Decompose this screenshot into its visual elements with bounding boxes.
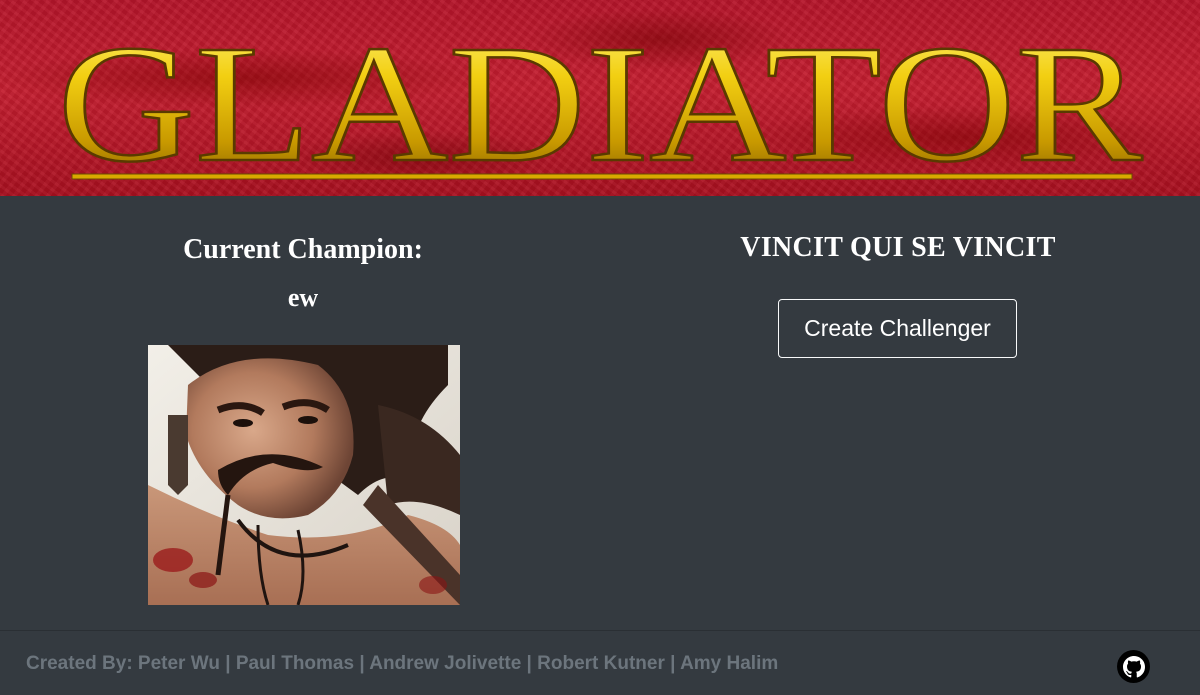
footer: Created By: Peter Wu | Paul Thomas | And… <box>0 630 1200 695</box>
separator: | <box>521 653 538 674</box>
separator: | <box>354 653 370 674</box>
author-name: Paul Thomas <box>235 653 355 674</box>
author-name: Peter Wu <box>137 653 220 674</box>
separator: | <box>219 653 236 674</box>
champion-portrait <box>148 345 460 605</box>
create-challenger-button[interactable]: Create Challenger <box>778 299 1017 358</box>
motto-heading: VINCIT QUI SE VINCIT <box>740 232 1056 263</box>
gladiator-portrait-icon <box>148 345 460 605</box>
header-banner: GLADIATOR <box>0 0 1200 196</box>
logo-text: GLADIATOR <box>58 11 1143 196</box>
author-name: Andrew Jolivette <box>369 653 522 674</box>
credits-text: Created By: Peter Wu | Paul Thomas | And… <box>26 653 778 675</box>
author-name: Amy Halim <box>680 653 779 674</box>
separator: | <box>664 653 681 674</box>
github-octocat-icon <box>1122 655 1145 677</box>
champion-label: Current Champion: <box>183 234 423 265</box>
champion-name: ew <box>287 283 319 312</box>
gladiator-logo: GLADIATOR <box>56 10 1144 196</box>
author-name: Robert Kutner <box>537 653 665 674</box>
github-icon[interactable] <box>1117 650 1150 683</box>
created-by-label: Created By: <box>26 653 138 674</box>
